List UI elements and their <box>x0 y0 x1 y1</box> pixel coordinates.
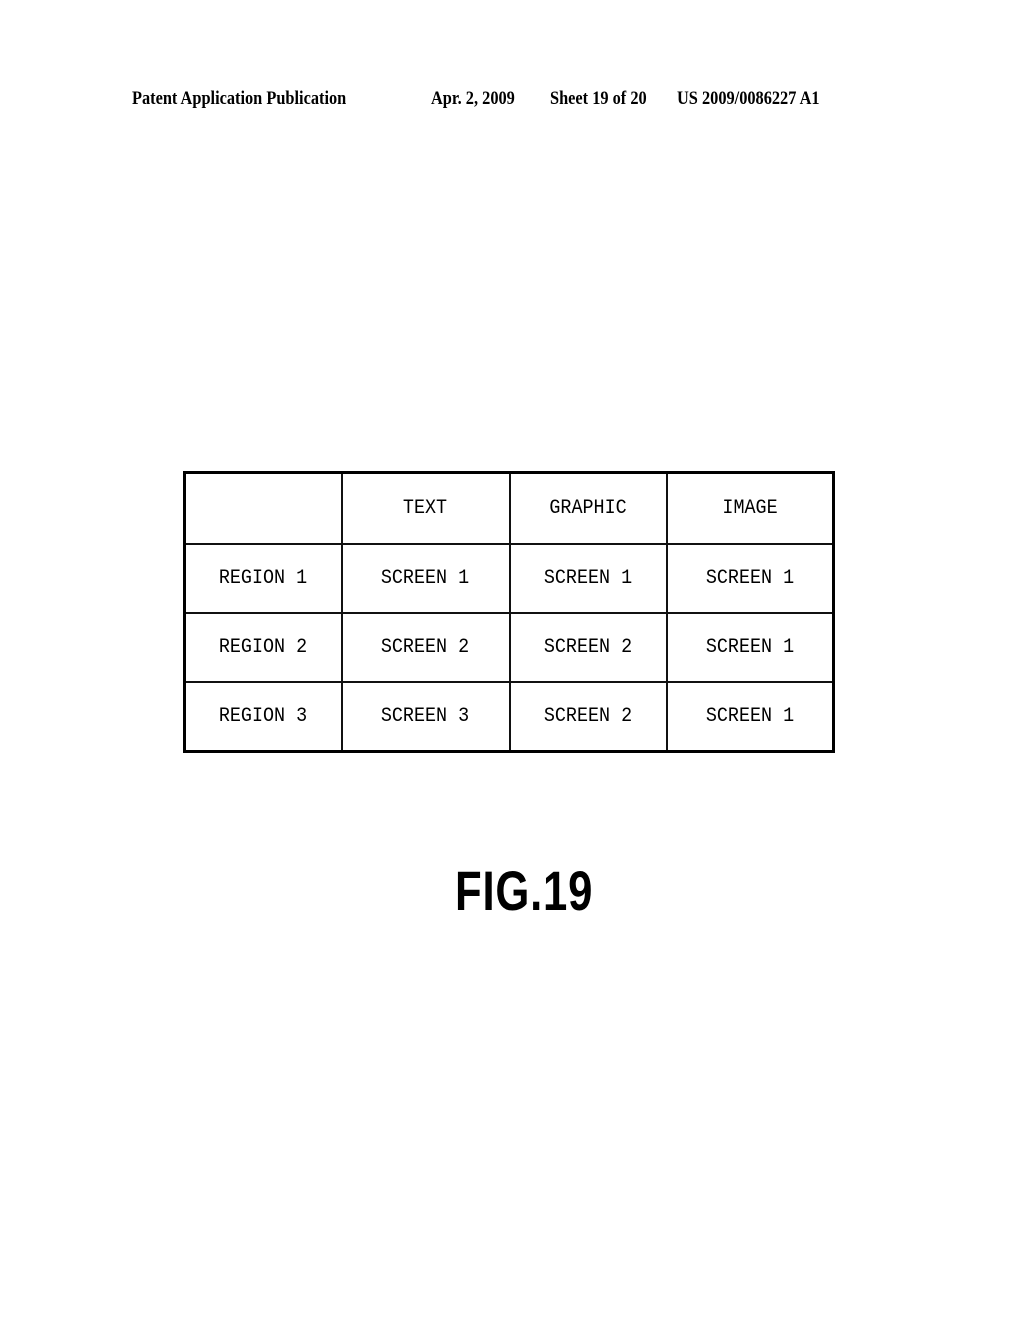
header-cell-image: IMAGE <box>665 471 835 545</box>
table-row: REGION 3 SCREEN 3 SCREEN 2 SCREEN 1 <box>183 681 835 753</box>
publication-date: Apr. 2, 2009 <box>431 88 515 109</box>
table-cell: SCREEN 1 <box>665 681 835 753</box>
row-label-cell: REGION 3 <box>183 681 343 753</box>
table-cell: SCREEN 2 <box>340 612 511 683</box>
header-cell-empty <box>183 471 343 545</box>
table-cell: SCREEN 2 <box>508 612 668 683</box>
table-cell: SCREEN 1 <box>665 543 835 614</box>
page-header: Patent Application Publication Apr. 2, 2… <box>132 88 882 116</box>
table-header-row: TEXT GRAPHIC IMAGE <box>183 471 835 545</box>
header-cell-graphic: GRAPHIC <box>508 471 668 545</box>
figure-label: FIG.19 <box>455 859 594 922</box>
table-row: REGION 2 SCREEN 2 SCREEN 2 SCREEN 1 <box>183 612 835 683</box>
header-cell-text: TEXT <box>340 471 511 545</box>
sheet-number: Sheet 19 of 20 <box>550 88 647 109</box>
table-cell: SCREEN 1 <box>508 543 668 614</box>
table-cell: SCREEN 3 <box>340 681 511 753</box>
table-cell: SCREEN 1 <box>340 543 511 614</box>
table-cell: SCREEN 2 <box>508 681 668 753</box>
row-label-cell: REGION 2 <box>183 612 343 683</box>
screen-assignment-table: TEXT GRAPHIC IMAGE REGION 1 SCREEN 1 SCR… <box>183 471 835 753</box>
table-cell: SCREEN 1 <box>665 612 835 683</box>
row-label-cell: REGION 1 <box>183 543 343 614</box>
patent-number: US 2009/0086227 A1 <box>677 88 820 109</box>
table-row: REGION 1 SCREEN 1 SCREEN 1 SCREEN 1 <box>183 543 835 614</box>
figure-table-container: TEXT GRAPHIC IMAGE REGION 1 SCREEN 1 SCR… <box>183 471 835 753</box>
publication-title: Patent Application Publication <box>132 88 347 109</box>
